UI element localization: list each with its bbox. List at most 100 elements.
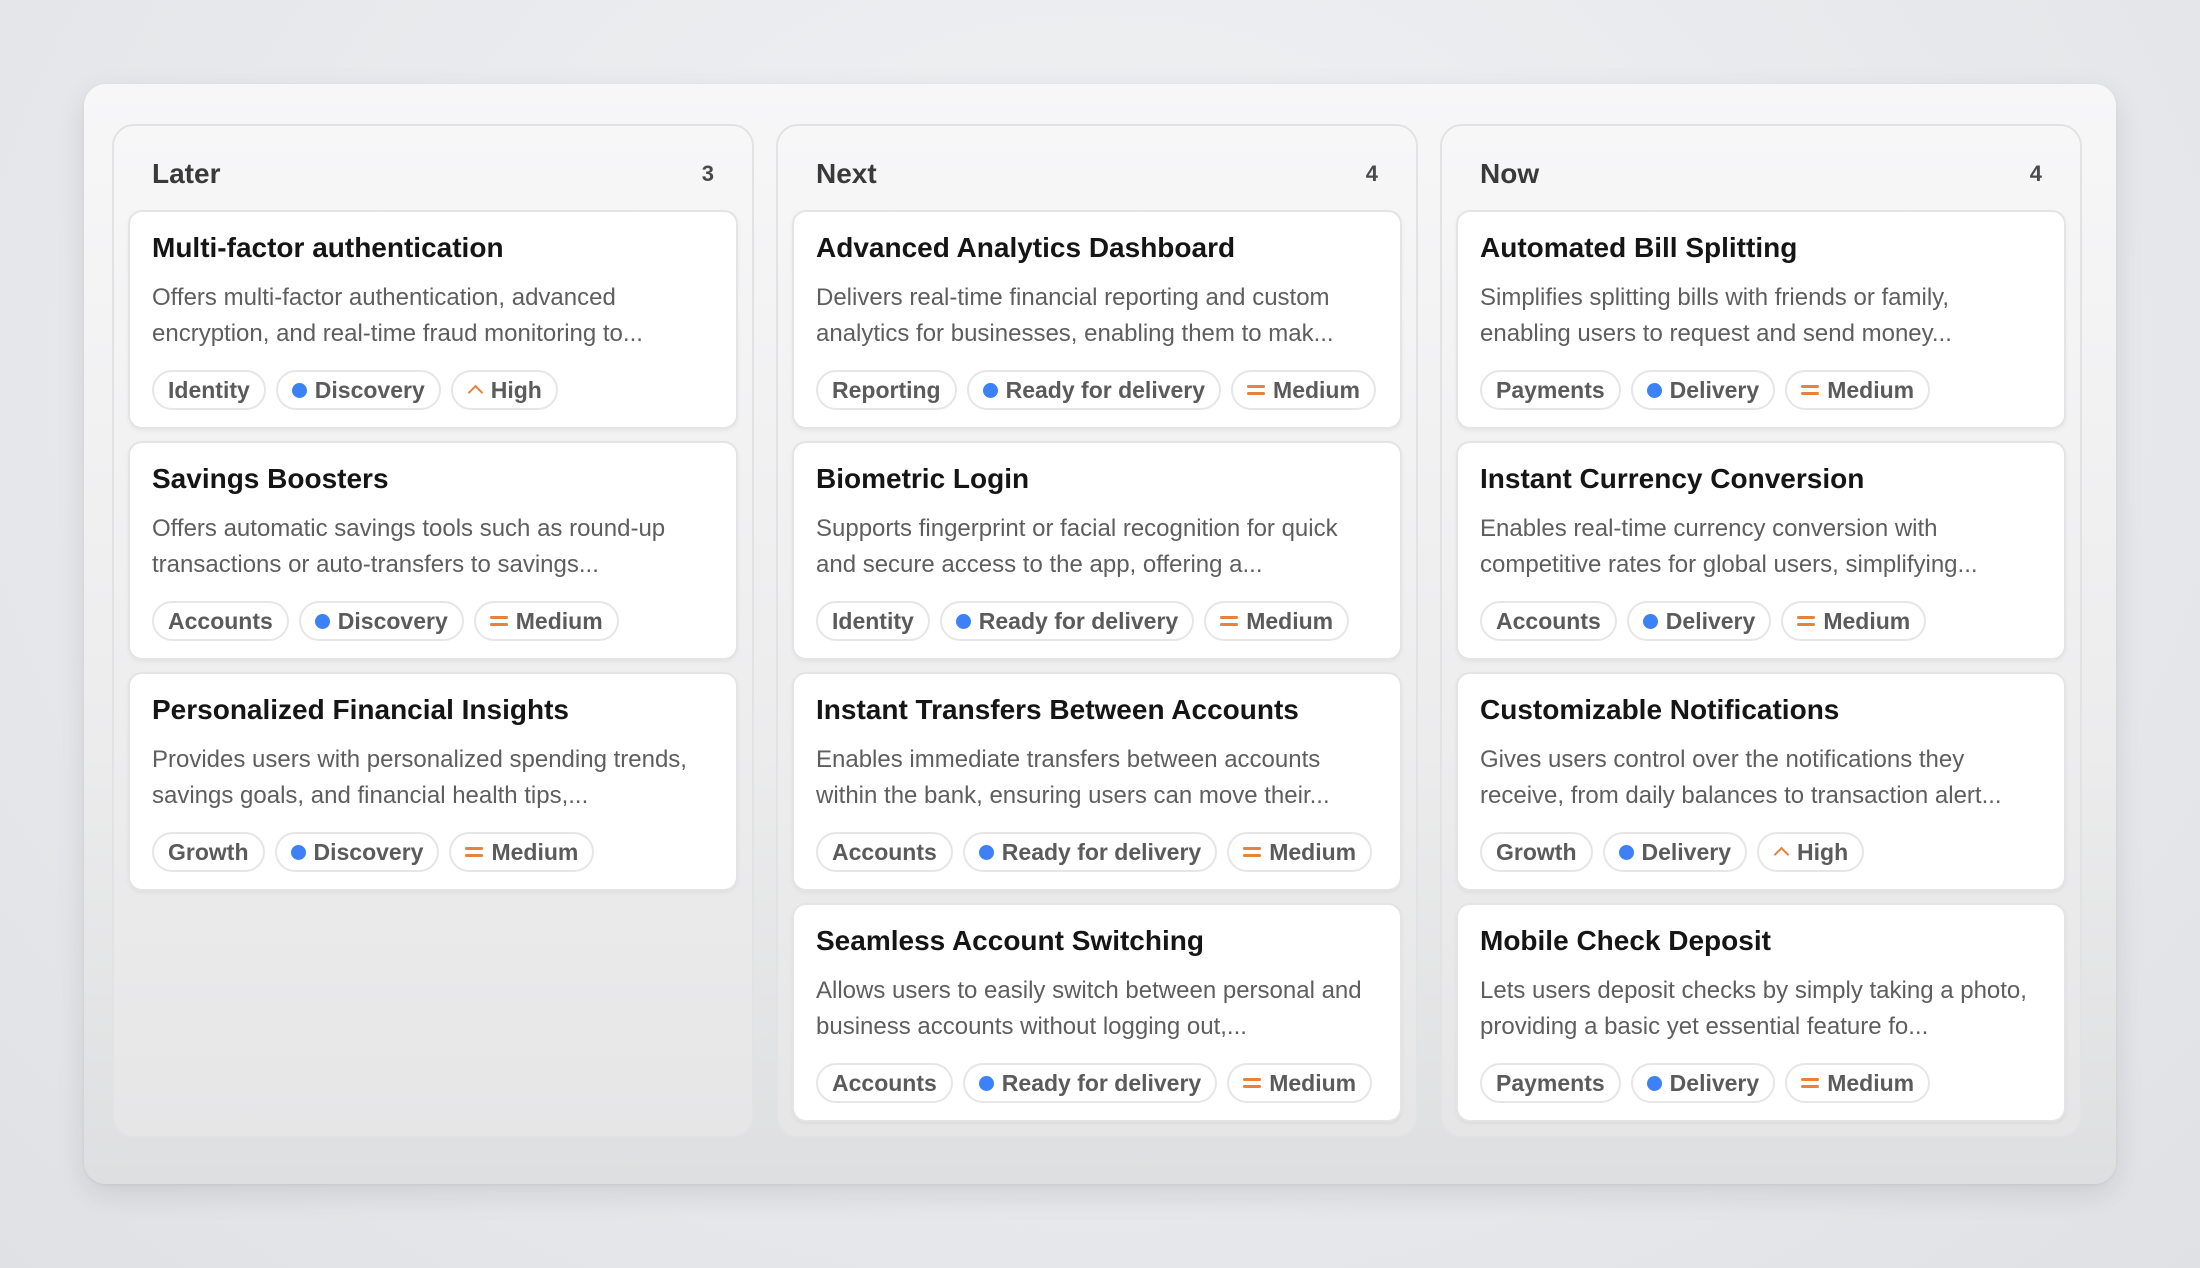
category-tag[interactable]: Accounts [152, 601, 289, 641]
card-title: Advanced Analytics Dashboard [816, 232, 1236, 263]
category-label: Growth [1496, 838, 1577, 865]
priority-label: Medium [1827, 1069, 1915, 1096]
status-tag[interactable]: Delivery [1630, 1063, 1776, 1103]
priority-tag[interactable]: Medium [1781, 601, 1927, 641]
status-dot-icon [1646, 1075, 1662, 1091]
category-label: Accounts [832, 1069, 937, 1096]
priority-tag[interactable]: Medium [1785, 1063, 1931, 1103]
priority-label: Medium [1269, 838, 1357, 865]
chevron-up-icon [467, 382, 483, 398]
card-description: Enables real-time currency conversion wi… [1480, 515, 1978, 578]
status-label: Discovery [337, 607, 448, 634]
equals-icon [1801, 383, 1820, 397]
card-list: Advanced Analytics Dashboard Delivers re… [792, 210, 1402, 1122]
card-description: Supports fingerprint or facial recogniti… [816, 515, 1338, 578]
status-tag[interactable]: Delivery [1602, 832, 1748, 872]
feature-card[interactable]: Personalized Financial Insights Provides… [128, 672, 738, 891]
feature-card[interactable]: Savings Boosters Offers automatic saving… [128, 441, 738, 660]
card-tags: Accounts Delivery Medium [1480, 601, 2042, 641]
priority-label: Medium [1246, 607, 1334, 634]
column-title: Next [816, 158, 877, 189]
priority-tag[interactable]: Medium [449, 832, 595, 872]
category-tag[interactable]: Identity [152, 370, 266, 410]
feature-card[interactable]: Advanced Analytics Dashboard Delivers re… [792, 210, 1402, 429]
category-tag[interactable]: Growth [152, 832, 265, 872]
category-tag[interactable]: Payments [1480, 1063, 1621, 1103]
equals-icon [465, 845, 484, 859]
category-tag[interactable]: Accounts [1480, 601, 1617, 641]
column-now: Now 4 Automated Bill Splitting Simplifie… [1440, 124, 2082, 1138]
category-tag[interactable]: Growth [1480, 832, 1593, 872]
category-tag[interactable]: Payments [1480, 370, 1621, 410]
card-description: Lets users deposit checks by simply taki… [1480, 977, 2027, 1040]
card-list: Automated Bill Splitting Simplifies spli… [1456, 210, 2066, 1122]
card-tags: Accounts Discovery Medium [152, 601, 714, 641]
column-count: 4 [1365, 161, 1378, 186]
status-label: Ready for delivery [1001, 838, 1202, 865]
priority-label: High [490, 376, 542, 403]
feature-card[interactable]: Multi-factor authentication Offers multi… [128, 210, 738, 429]
card-tags: Reporting Ready for delivery Medium [816, 370, 1378, 410]
feature-card[interactable]: Automated Bill Splitting Simplifies spli… [1456, 210, 2066, 429]
category-label: Identity [832, 607, 914, 634]
column-header: Later 3 [128, 126, 738, 210]
card-description: Simplifies splitting bills with friends … [1480, 284, 1952, 347]
card-tags: Payments Delivery Medium [1480, 1063, 2042, 1103]
priority-tag[interactable]: High [1757, 832, 1865, 872]
status-label: Delivery [1665, 607, 1756, 634]
priority-tag[interactable]: Medium [1204, 601, 1350, 641]
priority-tag[interactable]: Medium [1231, 370, 1376, 410]
status-dot-icon [291, 382, 307, 398]
status-tag[interactable]: Delivery [1626, 601, 1772, 641]
status-dot-icon [1618, 844, 1634, 860]
feature-card[interactable]: Biometric Login Supports fingerprint or … [792, 441, 1402, 660]
category-tag[interactable]: Identity [816, 601, 930, 641]
status-label: Discovery [314, 376, 425, 403]
status-tag[interactable]: Ready for delivery [966, 370, 1222, 410]
category-label: Identity [168, 376, 250, 403]
priority-label: Medium [1273, 376, 1360, 403]
category-label: Payments [1496, 376, 1605, 403]
column-count: 4 [2029, 161, 2042, 186]
priority-tag[interactable]: High [450, 370, 558, 410]
card-description: Gives users control over the notificatio… [1480, 746, 2002, 809]
status-tag[interactable]: Discovery [275, 370, 441, 410]
feature-card[interactable]: Mobile Check Deposit Lets users deposit … [1456, 903, 2066, 1122]
status-tag[interactable]: Discovery [274, 832, 440, 872]
status-label: Delivery [1669, 1069, 1760, 1096]
status-label: Delivery [1669, 376, 1760, 403]
status-tag[interactable]: Delivery [1630, 370, 1776, 410]
app-frame: Later 3 Multi-factor authentication Offe… [84, 84, 2116, 1184]
status-tag[interactable]: Discovery [298, 601, 464, 641]
priority-label: Medium [1827, 376, 1915, 403]
status-tag[interactable]: Ready for delivery [939, 601, 1195, 641]
card-description: Enables immediate transfers between acco… [816, 746, 1330, 809]
category-tag[interactable]: Reporting [816, 370, 957, 410]
status-tag[interactable]: Ready for delivery [962, 832, 1218, 872]
feature-card[interactable]: Customizable Notifications Gives users c… [1456, 672, 2066, 891]
card-title: Automated Bill Splitting [1480, 232, 1798, 263]
equals-icon [489, 614, 508, 628]
card-list: Multi-factor authentication Offers multi… [128, 210, 738, 891]
status-dot-icon [978, 844, 994, 860]
feature-card[interactable]: Seamless Account Switching Allows users … [792, 903, 1402, 1122]
status-tag[interactable]: Ready for delivery [962, 1063, 1218, 1103]
card-description: Offers multi-factor authentication, adva… [152, 284, 643, 347]
column-count: 3 [701, 161, 714, 186]
column-title: Later [152, 158, 221, 189]
column-header: Now 4 [1456, 126, 2066, 210]
card-description: Provides users with personalized spendin… [152, 746, 687, 809]
priority-tag[interactable]: Medium [473, 601, 619, 641]
category-tag[interactable]: Accounts [816, 1063, 953, 1103]
feature-card[interactable]: Instant Transfers Between Accounts Enabl… [792, 672, 1402, 891]
priority-label: Medium [515, 607, 603, 634]
priority-tag[interactable]: Medium [1227, 832, 1373, 872]
priority-tag[interactable]: Medium [1785, 370, 1931, 410]
status-dot-icon [314, 613, 330, 629]
category-label: Growth [168, 838, 249, 865]
category-tag[interactable]: Accounts [816, 832, 953, 872]
priority-tag[interactable]: Medium [1227, 1063, 1373, 1103]
column-title: Now [1480, 158, 1540, 189]
card-tags: Accounts Ready for delivery Medium [816, 1063, 1378, 1103]
feature-card[interactable]: Instant Currency Conversion Enables real… [1456, 441, 2066, 660]
